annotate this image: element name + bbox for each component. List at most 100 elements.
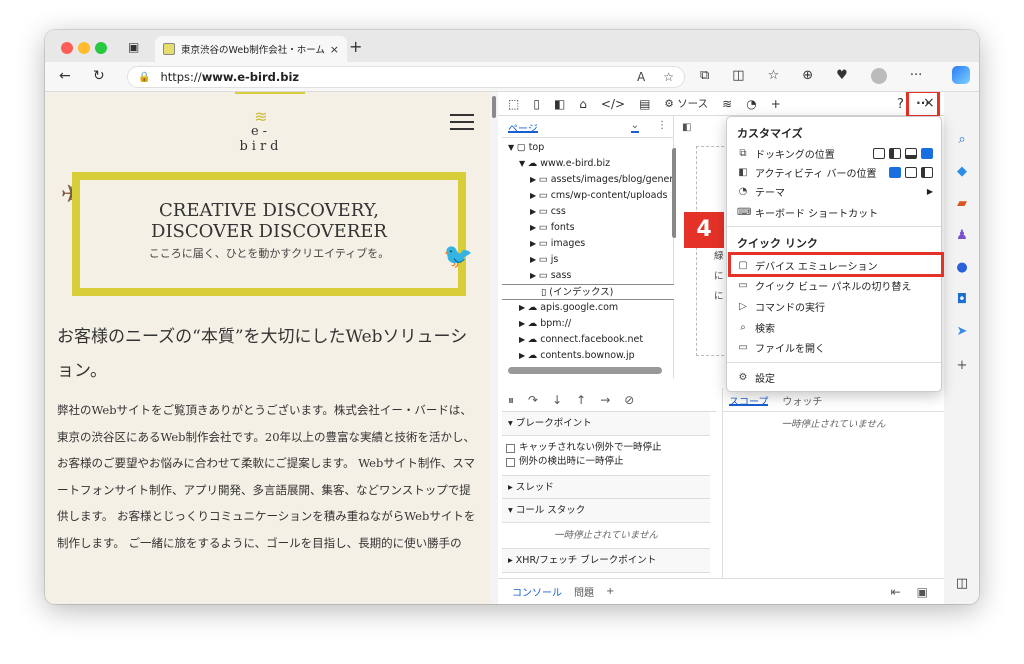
tag-icon[interactable]: ◆ <box>954 164 970 180</box>
step-icon[interactable]: → <box>600 393 610 407</box>
drawer-toggle-icon[interactable]: ▣ <box>917 585 928 599</box>
favorite-star-icon[interactable]: ☆ <box>663 70 674 84</box>
tree-node[interactable]: ▼ ▢ top <box>502 140 674 156</box>
drawer-dock-icon[interactable]: ⇤ <box>891 585 901 599</box>
expanded-arrow-icon[interactable]: ▼ <box>519 159 528 168</box>
menu-item-theme[interactable]: ◔ テーマ ▶ <box>737 182 933 200</box>
call-stack-section[interactable]: ▾ コール スタック <box>502 499 710 523</box>
collapsed-arrow-icon[interactable]: ▶ <box>519 303 528 312</box>
send-icon[interactable]: ➤ <box>954 324 970 340</box>
favorites-icon[interactable]: ☆ <box>768 68 780 84</box>
back-button[interactable]: ← <box>59 68 71 84</box>
dock-toggle-icon[interactable]: ◧ <box>554 97 565 111</box>
tree-node[interactable]: ▶ ▭ sass <box>502 268 674 284</box>
devtools-close-icon[interactable]: × <box>923 95 935 111</box>
console-tab-icon[interactable]: ▤ <box>639 97 650 111</box>
menu-item-run-command[interactable]: ▷ コマンドの実行 <box>737 297 933 315</box>
tree-node[interactable]: ▶ ☁ connect.facebook.net <box>502 332 674 348</box>
site-logo[interactable]: ≋ e-bird <box>231 109 291 155</box>
collapsed-arrow-icon[interactable]: ▶ <box>530 255 539 264</box>
devtools-resize-handle[interactable] <box>490 92 498 604</box>
network-tab-icon[interactable]: ≋ <box>722 97 732 111</box>
tab-sources[interactable]: ⚙ ソース <box>664 96 708 111</box>
more-vertical-icon[interactable]: ⋮ <box>657 120 667 133</box>
tab-page[interactable]: ページ <box>508 120 538 135</box>
copilot-icon[interactable] <box>952 66 970 84</box>
chevron-down-icon[interactable]: ⌄ <box>630 120 639 133</box>
tab-actions-icon[interactable]: ▣ <box>128 40 139 54</box>
pause-icon[interactable]: ⏸ <box>508 393 514 407</box>
collapsed-arrow-icon[interactable]: ▶ <box>530 175 539 184</box>
lock-icon[interactable]: 🔒 <box>138 72 150 83</box>
menu-item-shortcuts[interactable]: ⌨ キーボード ショートカット <box>737 203 933 221</box>
device-toolbar-icon[interactable]: ▯ <box>533 97 540 111</box>
tree-node[interactable]: ▶ ☁ bpm:// <box>502 316 674 332</box>
tree-node[interactable]: ▶ ▭ css <box>502 204 674 220</box>
threads-section[interactable]: ▸ スレッド <box>502 475 710 499</box>
collapsed-arrow-icon[interactable]: ▶ <box>519 335 528 344</box>
address-bar[interactable]: 🔒 https://www.e-bird.biz A ☆ <box>127 66 685 88</box>
dock-right-icon[interactable] <box>921 147 933 159</box>
new-tab-button[interactable]: + <box>349 37 362 56</box>
collapsed-arrow-icon[interactable]: ▶ <box>519 351 528 360</box>
minimize-window-dot[interactable] <box>78 42 90 54</box>
step-over-icon[interactable]: ↷ <box>528 393 538 407</box>
extensions-icon[interactable]: ⧉ <box>700 68 709 84</box>
tree-node[interactable]: ▶ ▭ cms/wp-content/uploads <box>502 188 674 204</box>
menu-item-open-file[interactable]: ▭ ファイルを開く <box>737 338 933 356</box>
collapsed-arrow-icon[interactable]: ▶ <box>530 191 539 200</box>
collapsed-arrow-icon[interactable]: ▶ <box>530 207 539 216</box>
settings-more-icon[interactable]: ··· <box>910 68 922 84</box>
outlook-icon[interactable]: ◘ <box>954 292 970 308</box>
activity-bar-side-icon[interactable] <box>905 166 917 178</box>
dock-bottom-icon[interactable] <box>905 147 917 159</box>
step-out-icon[interactable]: ↑ <box>576 393 586 407</box>
tree-horizontal-scrollbar[interactable] <box>508 367 662 374</box>
collapsed-arrow-icon[interactable]: ▶ <box>530 271 539 280</box>
reload-button[interactable]: ↻ <box>93 68 105 84</box>
profile-avatar-icon[interactable] <box>870 68 887 84</box>
briefcase-icon[interactable]: ▰ <box>954 196 970 212</box>
help-circle-icon[interactable]: ? <box>897 97 904 112</box>
close-window-dot[interactable] <box>61 42 73 54</box>
undock-icon[interactable] <box>873 147 885 159</box>
drawer-add-tab-button[interactable]: + <box>606 586 614 597</box>
tree-node[interactable]: ▶ ▭ images <box>502 236 674 252</box>
tree-node[interactable]: ▶ ▭ js <box>502 252 674 268</box>
drawer-tab-console[interactable]: コンソール <box>512 584 562 599</box>
collections-icon[interactable]: ⊕ <box>802 68 813 84</box>
elements-tab-icon[interactable]: </> <box>601 97 625 111</box>
hamburger-menu-icon[interactable] <box>450 114 474 135</box>
search-icon[interactable]: ⌕ <box>954 132 970 148</box>
xhr-breakpoints-section[interactable]: ▸ XHR/フェッチ ブレークポイント <box>502 549 710 573</box>
activity-bar-top-icon[interactable] <box>889 166 901 178</box>
collapsed-arrow-icon[interactable]: ▶ <box>519 319 528 328</box>
dock-left-icon[interactable] <box>889 147 901 159</box>
deactivate-breakpoints-icon[interactable]: ⊘ <box>624 393 634 407</box>
add-tab-icon[interactable]: + <box>771 97 781 111</box>
sidebar-toggle-icon[interactable]: ◫ <box>954 576 970 592</box>
expanded-arrow-icon[interactable]: ▼ <box>508 143 517 152</box>
tree-node[interactable]: ▶ ☁ contents.bownow.jp <box>502 348 674 362</box>
activity-bar-left-icon[interactable] <box>921 166 933 178</box>
tree-node[interactable]: ▶ ▭ assets/images/blog/gener <box>502 172 674 188</box>
welcome-tab-icon[interactable]: ⌂ <box>579 97 587 111</box>
performance-icon[interactable]: ♥ <box>836 68 848 84</box>
tab-close-icon[interactable]: × <box>330 43 339 56</box>
tree-node[interactable]: ▶ ☁ apis.google.com <box>502 300 674 316</box>
menu-item-search[interactable]: ⌕ 検索 <box>737 318 933 336</box>
tree-node[interactable]: ▯ (インデックス) <box>502 284 674 300</box>
tab-scope[interactable]: スコープ <box>729 393 769 408</box>
sidebar-toggle-icon[interactable]: ◧ <box>682 122 691 133</box>
tree-node[interactable]: ▼ ☁ www.e-bird.biz <box>502 156 674 172</box>
caught-exceptions-checkbox[interactable]: 例外の検出時に一時停止 <box>502 455 710 469</box>
split-screen-icon[interactable]: ◫ <box>732 68 744 84</box>
inspect-icon[interactable]: ⬚ <box>508 97 519 111</box>
menu-item-quick-view[interactable]: ▭ クイック ビュー パネルの切り替え <box>737 276 933 294</box>
uncaught-exceptions-checkbox[interactable]: キャッチされない例外で一時停止 <box>502 441 710 455</box>
read-aloud-icon[interactable]: A <box>637 70 645 84</box>
drawer-tab-issues[interactable]: 問題 <box>574 584 594 599</box>
menu-item-settings[interactable]: ⚙ 設定 <box>737 368 933 386</box>
performance-tab-icon[interactable]: ◔ <box>746 97 756 111</box>
collapsed-arrow-icon[interactable]: ▶ <box>530 239 539 248</box>
